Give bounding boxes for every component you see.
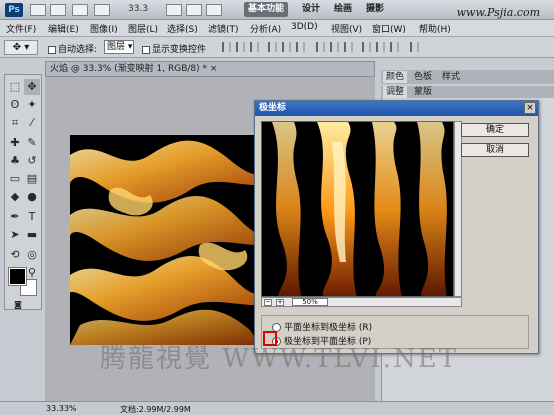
workspace-painting[interactable]: 绘画: [330, 2, 356, 17]
distribute-hcenter-icon[interactable]: [376, 42, 385, 52]
menu-image[interactable]: 图像(I): [90, 22, 118, 35]
3d-orbit-tool-icon[interactable]: ◎: [24, 247, 40, 263]
fire-texture-image: [70, 135, 280, 345]
move-tool-preset-icon[interactable]: ✥ ▾: [4, 40, 38, 55]
ok-button[interactable]: 确定: [461, 123, 529, 137]
auto-select-option[interactable]: 自动选择:: [48, 42, 97, 55]
dialog-title: 极坐标: [255, 101, 538, 116]
healing-brush-tool-icon[interactable]: ✚: [7, 135, 23, 151]
radio-rect-to-polar[interactable]: 平面坐标到极坐标 (R): [272, 320, 372, 333]
tab-styles[interactable]: 样式: [439, 71, 463, 83]
site-watermark: www.Psjia.com: [456, 6, 540, 19]
menu-edit[interactable]: 编辑(E): [48, 22, 79, 35]
move-tool-icon[interactable]: ✥: [24, 79, 40, 95]
menu-file[interactable]: 文件(F): [6, 22, 36, 35]
arrange-documents-icon[interactable]: [206, 4, 222, 16]
polar-coordinates-dialog: 极坐标 × − + 50% 确定 取消 平面坐标到极坐标 (R) 极坐标到平面坐…: [254, 100, 539, 354]
menu-window[interactable]: 窗口(W): [372, 22, 406, 35]
tab-adjustments[interactable]: 调整: [383, 86, 408, 98]
foreground-color-swatch[interactable]: [8, 267, 27, 286]
menu-help[interactable]: 帮助(H): [419, 22, 451, 35]
tab-swatches[interactable]: 色板: [411, 71, 435, 83]
history-brush-tool-icon[interactable]: ↺: [24, 153, 40, 169]
distribute-right-icon[interactable]: [390, 42, 399, 52]
auto-select-checkbox[interactable]: [48, 45, 56, 54]
quick-mask-icon[interactable]: ◙: [12, 300, 24, 310]
menu-filter[interactable]: 滤镜(T): [208, 22, 239, 35]
close-tab-icon[interactable]: ×: [210, 64, 218, 74]
options-bar: ✥ ▾ 自动选择: 图层 ▾ 显示变换控件: [0, 37, 554, 58]
tab-color[interactable]: 颜色: [383, 71, 408, 83]
menu-bar: 文件(F) 编辑(E) 图像(I) 图层(L) 选择(S) 滤镜(T) 分析(A…: [0, 20, 554, 37]
path-selection-tool-icon[interactable]: ➤: [7, 227, 23, 243]
menu-analysis[interactable]: 分析(A): [250, 22, 281, 35]
align-bottom-icon[interactable]: [250, 42, 259, 52]
mini-bridge-icon[interactable]: [50, 4, 66, 16]
crop-tool-icon[interactable]: ⌗: [7, 115, 23, 131]
zoom-level[interactable]: 33.3: [128, 4, 148, 14]
fire-preview-image: [262, 122, 453, 296]
hand-tool-icon[interactable]: [166, 4, 182, 16]
align-vcenter-icon[interactable]: [236, 42, 245, 52]
dodge-tool-icon[interactable]: ●: [24, 189, 40, 205]
brush-tool-icon[interactable]: ✎: [24, 135, 40, 151]
pen-tool-icon[interactable]: ✒: [7, 209, 23, 225]
adjustments-panel-tabs: 调整 蒙版: [381, 86, 554, 98]
document-canvas[interactable]: [70, 135, 280, 345]
distribute-vcenter-icon[interactable]: [330, 42, 339, 52]
zoom-in-button[interactable]: +: [276, 299, 284, 306]
auto-select-dropdown[interactable]: 图层 ▾: [104, 40, 134, 54]
workspace-design[interactable]: 设计: [298, 2, 324, 17]
workspace-essentials[interactable]: 基本功能: [244, 2, 289, 17]
document-tab[interactable]: 火焰 @ 33.3% (渐变映射 1, RGB/8) * ×: [45, 61, 375, 77]
zoom-level-icon[interactable]: [94, 4, 110, 16]
eyedropper-tool-icon[interactable]: ⁄: [24, 115, 40, 131]
clone-stamp-tool-icon[interactable]: ♣: [7, 153, 23, 169]
workspace-photography[interactable]: 摄影: [362, 2, 388, 17]
shape-tool-icon[interactable]: ▬: [24, 227, 40, 243]
status-doc-size[interactable]: 文档:2.99M/2.99M: [120, 404, 191, 415]
filter-preview[interactable]: [261, 121, 454, 297]
align-left-icon[interactable]: [268, 42, 277, 52]
gradient-tool-icon[interactable]: ▤: [24, 171, 40, 187]
3d-rotate-tool-icon[interactable]: ⟲: [7, 247, 23, 263]
lasso-tool-icon[interactable]: ʘ: [7, 97, 23, 113]
show-transform-checkbox[interactable]: [142, 45, 150, 54]
align-top-icon[interactable]: [222, 42, 231, 52]
application-bar: Ps 33.3 基本功能 设计 绘画 摄影 www.Psjia.com: [0, 0, 554, 20]
status-zoom[interactable]: 33.33%: [46, 404, 77, 413]
auto-align-icon[interactable]: [410, 42, 419, 52]
magic-wand-tool-icon[interactable]: ✦: [24, 97, 40, 113]
distribute-top-icon[interactable]: [316, 42, 325, 52]
align-right-icon[interactable]: [296, 42, 305, 52]
preview-zoom-bar: − + 50%: [261, 297, 462, 307]
menu-layer[interactable]: 图层(L): [128, 22, 158, 35]
tab-masks[interactable]: 蒙版: [411, 86, 435, 98]
eraser-tool-icon[interactable]: ▭: [7, 171, 23, 187]
close-icon[interactable]: ×: [524, 102, 536, 114]
tlvi-watermark: 腾龍視覺 WWW.TLVI.NET: [100, 344, 459, 374]
distribute-left-icon[interactable]: [362, 42, 371, 52]
rotate-view-icon[interactable]: [186, 4, 202, 16]
view-extras-icon[interactable]: [72, 4, 88, 16]
type-tool-icon[interactable]: T: [24, 209, 40, 225]
zoom-out-button[interactable]: −: [264, 299, 272, 306]
distribute-bottom-icon[interactable]: [344, 42, 353, 52]
show-transform-option[interactable]: 显示变换控件: [142, 42, 206, 55]
cancel-button[interactable]: 取消: [461, 143, 529, 157]
marquee-tool-icon[interactable]: ⬚: [7, 79, 23, 95]
menu-3d[interactable]: 3D(D): [291, 22, 318, 32]
blur-tool-icon[interactable]: ◆: [7, 189, 23, 205]
color-panel-tabs: 颜色 色板 样式: [381, 70, 554, 84]
menu-view[interactable]: 视图(V): [331, 22, 362, 35]
status-bar: 33.33% 文档:2.99M/2.99M: [0, 401, 554, 415]
align-hcenter-icon[interactable]: [282, 42, 291, 52]
bridge-icon[interactable]: [30, 4, 46, 16]
photoshop-logo: Ps: [5, 3, 23, 17]
menu-select[interactable]: 选择(S): [167, 22, 198, 35]
preview-zoom-value: 50%: [292, 298, 328, 306]
